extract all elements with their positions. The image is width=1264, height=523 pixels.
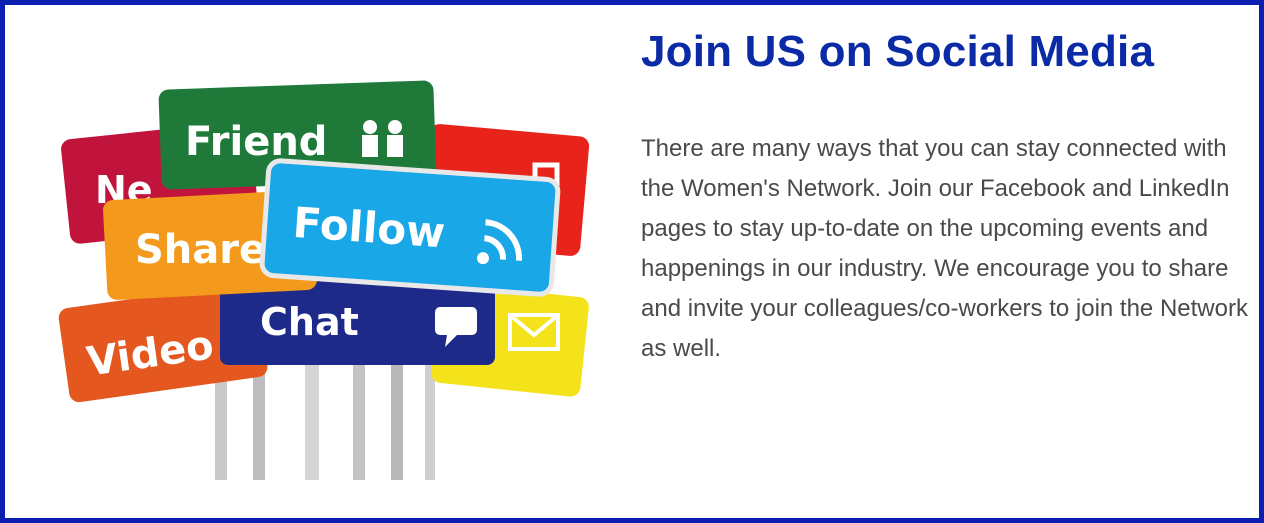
- follow-sign: Follow: [259, 158, 561, 297]
- share-sign-label: Share: [135, 227, 266, 273]
- chat-sign: Chat: [220, 280, 495, 365]
- social-media-panel: Ne Friend Video Chat Share Follow Join U…: [0, 0, 1264, 523]
- page-title: Join US on Social Media: [641, 27, 1155, 76]
- social-signposts-image: Ne Friend Video Chat Share Follow: [58, 80, 590, 480]
- chat-sign-label: Chat: [260, 300, 359, 344]
- friend-sign-label: Friend: [185, 119, 327, 165]
- intro-paragraph: There are many ways that you can stay co…: [641, 135, 1248, 362]
